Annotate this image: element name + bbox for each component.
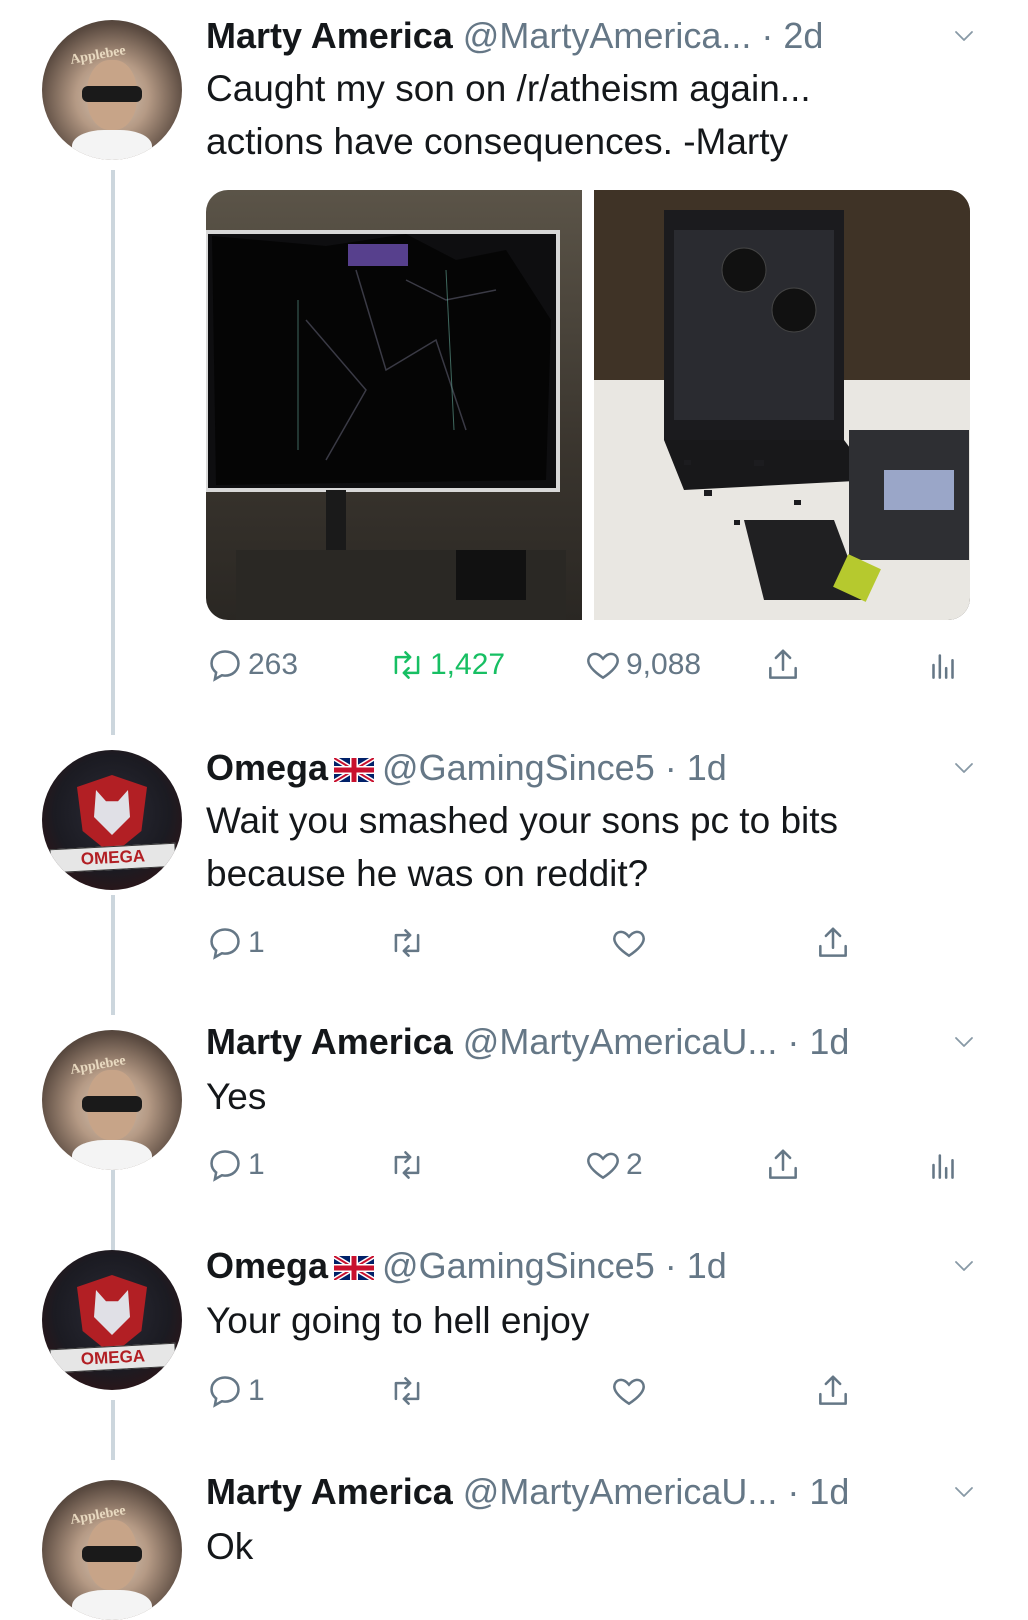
tweet-text: Ok [206,1520,253,1573]
chevron-down-icon[interactable] [952,1030,976,1054]
share-icon [764,646,802,684]
tweet-text-line: Ok [206,1526,254,1567]
tweet-text-line: actions have consequences. -Marty [206,121,789,162]
retweet-button[interactable]: 1,427 [388,640,505,690]
reply-icon [206,924,244,962]
reply-icon [206,1146,244,1184]
retweet-icon [388,1146,426,1184]
reply-icon [206,646,244,684]
tweet-text: Wait you smashed your sons pc to bits be… [206,794,838,900]
avatar[interactable]: Applebee [42,1480,182,1620]
tweet-header: Marty America @MartyAmericaU... · 1d [206,1020,849,1064]
retweet-button[interactable] [388,1366,426,1416]
retweet-icon [388,646,426,684]
avatar[interactable]: Applebee [42,1030,182,1170]
handle[interactable]: @MartyAmerica... [463,15,752,56]
like-button[interactable]: 9,088 [584,640,701,690]
tweet-actions: 1 [206,918,976,968]
avatar[interactable]: Applebee [42,20,182,160]
reply-button[interactable]: 263 [206,640,298,690]
retweet-icon [388,1372,426,1410]
tweet-actions: 263 1,427 9,088 [206,640,976,690]
avatar[interactable]: OMEGA [42,1250,182,1390]
display-name[interactable]: Omega [206,747,328,788]
like-count: 2 [626,1148,643,1181]
retweet-button[interactable] [388,918,426,968]
share-button[interactable] [814,1366,852,1416]
uk-flag-icon [334,758,374,782]
media-photo-monitor[interactable] [206,190,582,620]
tweet-text-line: Caught my son on /r/atheism again... [206,68,811,109]
chevron-down-icon[interactable] [952,1254,976,1278]
display-name[interactable]: Omega [206,1245,328,1286]
tweet-text: Your going to hell enjoy [206,1294,589,1347]
reply-button[interactable]: 1 [206,1366,265,1416]
share-button[interactable] [764,640,802,690]
like-button[interactable]: 2 [584,1140,643,1190]
tweet-header: Marty America @MartyAmerica... · 2d [206,14,823,58]
tweet-text-line: Wait you smashed your sons pc to bits [206,800,839,841]
avatar-text: OMEGA [49,1342,177,1374]
reply-count: 1 [248,1374,265,1407]
retweet-icon [388,924,426,962]
chevron-down-icon[interactable] [952,24,976,48]
heart-icon [610,1372,648,1410]
reply-button[interactable]: 1 [206,918,265,968]
tweet[interactable]: Applebee Marty America @MartyAmerica... … [0,0,1028,720]
tweet-header: Marty America @MartyAmericaU... · 1d [206,1470,849,1514]
chevron-down-icon[interactable] [952,1480,976,1504]
tweet-text: Yes [206,1070,266,1123]
handle[interactable]: @MartyAmericaU... · 1d [463,1471,850,1512]
share-button[interactable] [764,1140,802,1190]
like-count: 9,088 [626,648,702,681]
tweet-text-line: Your going to hell enjoy [206,1300,590,1341]
share-icon [764,1146,802,1184]
tweet[interactable]: Applebee Marty America @MartyAmericaU...… [0,1460,1028,1620]
tweet[interactable]: Applebee Marty America @MartyAmericaU...… [0,1010,1028,1230]
display-name[interactable]: Marty America [206,1471,453,1512]
display-name[interactable]: Marty America [206,15,453,56]
stats-icon [924,1146,962,1184]
tweet-text: Caught my son on /r/atheism again... act… [206,62,811,168]
share-icon [814,1372,852,1410]
chevron-down-icon[interactable] [952,756,976,780]
reply-count: 1 [248,1148,265,1181]
stats-icon [924,646,962,684]
heart-icon [584,646,622,684]
timestamp[interactable]: · 2d [761,15,823,56]
retweet-button[interactable] [388,1140,426,1190]
tweet[interactable]: OMEGA Omega @GamingSince5 · 1d Wait you s… [0,740,1028,1000]
heart-icon [584,1146,622,1184]
tweet-text-line: Yes [206,1076,267,1117]
like-button[interactable] [610,1366,648,1416]
uk-flag-icon [334,1256,374,1280]
avatar[interactable]: OMEGA [42,750,182,890]
handle[interactable]: @MartyAmericaU... · 1d [463,1021,850,1062]
display-name[interactable]: Marty America [206,1021,453,1062]
reply-count: 263 [248,648,299,681]
tweet-header: Omega @GamingSince5 · 1d [206,746,727,790]
media-photo-pc[interactable] [594,190,970,620]
share-button[interactable] [814,918,852,968]
heart-icon [610,924,648,962]
tweet-actions: 1 2 [206,1140,976,1190]
tweet-media[interactable] [206,190,970,620]
retweet-count: 1,427 [430,648,506,681]
analytics-button[interactable] [924,640,962,690]
reply-icon [206,1372,244,1410]
tweet-header: Omega @GamingSince5 · 1d [206,1244,727,1288]
share-icon [814,924,852,962]
reply-count: 1 [248,926,265,959]
tweet[interactable]: OMEGA Omega @GamingSince5 · 1d Your going… [0,1240,1028,1460]
handle[interactable]: @GamingSince5 · 1d [382,1245,727,1286]
avatar-text: OMEGA [49,842,177,874]
like-button[interactable] [610,918,648,968]
tweet-text-line: because he was on reddit? [206,853,649,894]
analytics-button[interactable] [924,1140,962,1190]
reply-button[interactable]: 1 [206,1140,265,1190]
handle[interactable]: @GamingSince5 · 1d [382,747,727,788]
tweet-actions: 1 [206,1366,976,1416]
